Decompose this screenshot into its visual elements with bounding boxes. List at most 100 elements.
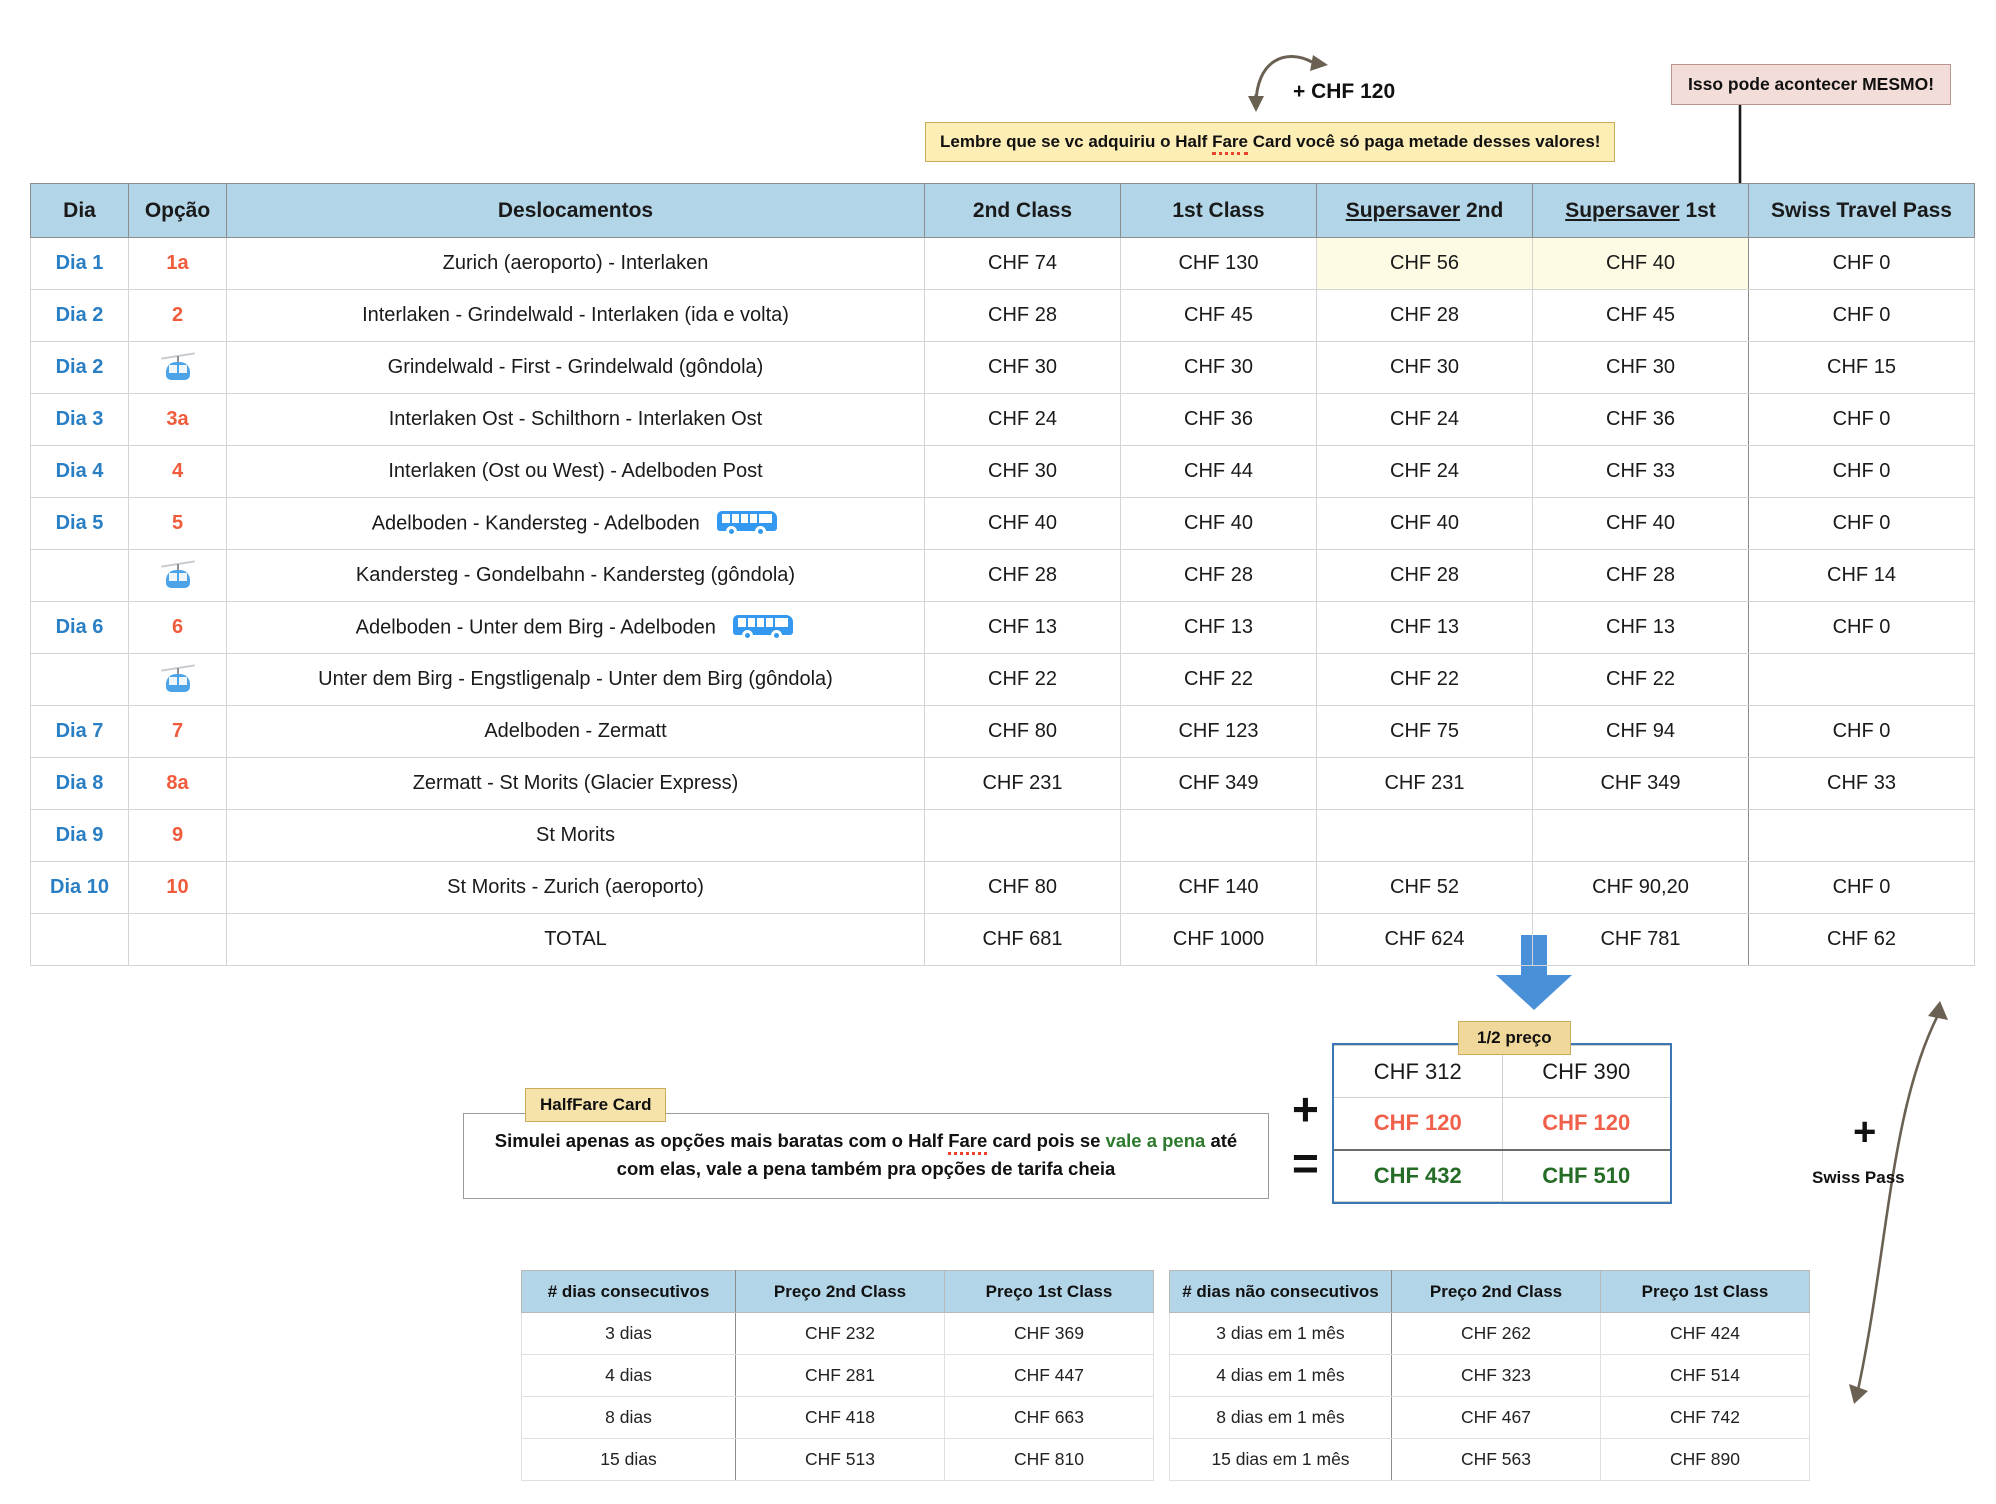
nonconsec-price-2nd: CHF 563 <box>1391 1438 1601 1481</box>
cell-opcao: 3a <box>128 393 227 446</box>
cell-opcao: 10 <box>128 861 227 914</box>
table-row: Dia 6 6 Adelboden - Unter dem Birg - Adelb… <box>30 601 1975 654</box>
cell-supersaver-1st: CHF 90,20 <box>1532 861 1749 914</box>
col-header-2nd-class: 2nd Class <box>924 183 1121 238</box>
cell-supersaver-2nd: CHF 30 <box>1316 341 1533 394</box>
cell-supersaver-2nd: CHF 56 <box>1316 237 1533 290</box>
cell-dia: Dia 5 <box>30 497 129 550</box>
cell-1st-class: CHF 45 <box>1120 289 1317 342</box>
half-price-row-sum: CHF 432 CHF 510 <box>1334 1148 1670 1202</box>
gondola-icon <box>160 663 195 697</box>
cell-supersaver-1st: CHF 13 <box>1532 601 1749 654</box>
table-row: Dia 7 7 Adelboden - Zermatt CHF 80 CHF 123 C… <box>30 705 1975 758</box>
cell-1st-class: CHF 28 <box>1120 549 1317 602</box>
consec-days: 15 dias <box>521 1438 736 1481</box>
consec-price-1st: CHF 810 <box>944 1438 1154 1481</box>
consec-price-2nd: CHF 281 <box>735 1354 945 1397</box>
cell-dia: Dia 1 <box>30 237 129 290</box>
table-row: Kandersteg - Gondelbahn - Kandersteg (gô… <box>30 549 1975 602</box>
cell-swiss-travel-pass: CHF 0 <box>1748 289 1975 342</box>
consec-price-2nd: CHF 232 <box>735 1312 945 1355</box>
cell-dia: Dia 9 <box>30 809 129 862</box>
gondola-icon <box>160 351 195 385</box>
cell-deslocamento: Adelboden - Kandersteg - Adelboden <box>226 497 925 550</box>
nonconsec-days: 15 dias em 1 mês <box>1169 1438 1392 1481</box>
cell-supersaver-2nd: CHF 24 <box>1316 393 1533 446</box>
cell-dia: Dia 6 <box>30 601 129 654</box>
gondola-icon <box>160 559 195 593</box>
cell-dia: Dia 2 <box>30 341 129 394</box>
halffare-note-l1-pre: Simulei apenas as opções mais baratas co… <box>494 1130 949 1151</box>
cell-opcao <box>128 653 227 706</box>
cell-supersaver-1st: CHF 45 <box>1532 289 1749 342</box>
nonconsec-days: 8 dias em 1 mês <box>1169 1396 1392 1439</box>
cell-1st-class: CHF 130 <box>1120 237 1317 290</box>
cell-supersaver-1st: CHF 349 <box>1532 757 1749 810</box>
cell-swiss-travel-pass <box>1748 809 1975 862</box>
half-price-row-card: CHF 120 CHF 120 <box>1334 1097 1670 1150</box>
cell-2nd-class: CHF 74 <box>924 237 1121 290</box>
cell-swiss-travel-pass: CHF 0 <box>1748 445 1975 498</box>
cell-1st-class: CHF 349 <box>1120 757 1317 810</box>
consec-price-1st: CHF 663 <box>944 1396 1154 1439</box>
cell-deslocamento: Adelboden - Unter dem Birg - Adelboden <box>226 601 925 654</box>
cell-deslocamento: St Morits - Zurich (aeroporto) <box>226 861 925 914</box>
table-row: Dia 8 8a Zermatt - St Morits (Glacier Expr… <box>30 757 1975 810</box>
col-header-opcao: Opção <box>128 183 227 238</box>
nonconsec-table-body: 3 dias em 1 mês CHF 262 CHF 424 4 dias em 1… <box>1169 1312 1810 1481</box>
table-row: Dia 2 Grindelwald - First - Grindelwald (… <box>30 341 1975 394</box>
cell-supersaver-2nd: CHF 28 <box>1316 289 1533 342</box>
cell-dia: Dia 8 <box>30 757 129 810</box>
nonconsec-col-1st: Preço 1st Class <box>1600 1270 1810 1313</box>
cell-opcao: 2 <box>128 289 227 342</box>
cell-deslocamento: Grindelwald - First - Grindelwald (gôndo… <box>226 341 925 394</box>
cell-swiss-travel-pass: CHF 0 <box>1748 393 1975 446</box>
equals-sign-halfprice: = <box>1292 1137 1319 1189</box>
cell-opcao: 7 <box>128 705 227 758</box>
cell-dia: Dia 3 <box>30 393 129 446</box>
nonconsec-header-row: # dias não consecutivos Preço 2nd Class … <box>1169 1270 1810 1313</box>
main-cost-table: Dia Opção Deslocamentos 2nd Class 1st Cl… <box>30 183 1975 966</box>
cell-supersaver-2nd: CHF 13 <box>1316 601 1533 654</box>
cell-swiss-travel-pass: CHF 14 <box>1748 549 1975 602</box>
cell-supersaver-1st: CHF 40 <box>1532 237 1749 290</box>
arrowhead-chf120-down <box>1248 96 1264 112</box>
halffare-note-green-1: vale a <box>1105 1130 1157 1151</box>
cell-dia <box>30 549 129 602</box>
cell-opcao <box>128 341 227 394</box>
col-header-1st-class: 1st Class <box>1120 183 1317 238</box>
consec-price-2nd: CHF 513 <box>735 1438 945 1481</box>
consec-col-1st: Preço 1st Class <box>944 1270 1154 1313</box>
col-header-supersaver-1st: Supersaver 1st <box>1532 183 1749 238</box>
consec-days: 4 dias <box>521 1354 736 1397</box>
cell-supersaver-1st: CHF 30 <box>1532 341 1749 394</box>
consec-price-1st: CHF 447 <box>944 1354 1154 1397</box>
cell-1st-class: CHF 123 <box>1120 705 1317 758</box>
cell-2nd-class: CHF 22 <box>924 653 1121 706</box>
cell-supersaver-2nd: CHF 22 <box>1316 653 1533 706</box>
cell-2nd-class: CHF 13 <box>924 601 1121 654</box>
total-empty-1 <box>30 913 129 966</box>
cell-1st-class: CHF 40 <box>1120 497 1317 550</box>
cell-dia: Dia 2 <box>30 289 129 342</box>
halffare-note-green-2: pena <box>1162 1130 1206 1151</box>
bus-icon <box>733 614 795 641</box>
nonconsec-price-1st: CHF 424 <box>1600 1312 1810 1355</box>
main-table-header-row: Dia Opção Deslocamentos 2nd Class 1st Cl… <box>30 183 1975 238</box>
cell-swiss-travel-pass <box>1748 653 1975 706</box>
consec-row: 3 dias CHF 232 CHF 369 <box>521 1312 1154 1355</box>
total-supersaver-2nd: CHF 624 <box>1316 913 1533 966</box>
nonconsec-price-2nd: CHF 467 <box>1391 1396 1601 1439</box>
table-row: Dia 5 5 Adelboden - Kandersteg - Adelboden… <box>30 497 1975 550</box>
cell-opcao: 4 <box>128 445 227 498</box>
cell-swiss-travel-pass: CHF 0 <box>1748 237 1975 290</box>
halffare-explanation-note: Simulei apenas as opções mais baratas co… <box>463 1113 1269 1199</box>
cell-1st-class: CHF 140 <box>1120 861 1317 914</box>
consec-col-2nd: Preço 2nd Class <box>735 1270 945 1313</box>
cell-2nd-class: CHF 40 <box>924 497 1121 550</box>
nonconsec-col-2nd: Preço 2nd Class <box>1391 1270 1601 1313</box>
consec-header-row: # dias consecutivos Preço 2nd Class Preç… <box>521 1270 1154 1313</box>
consec-price-2nd: CHF 418 <box>735 1396 945 1439</box>
cell-swiss-travel-pass: CHF 0 <box>1748 705 1975 758</box>
cell-deslocamento: Kandersteg - Gondelbahn - Kandersteg (gô… <box>226 549 925 602</box>
